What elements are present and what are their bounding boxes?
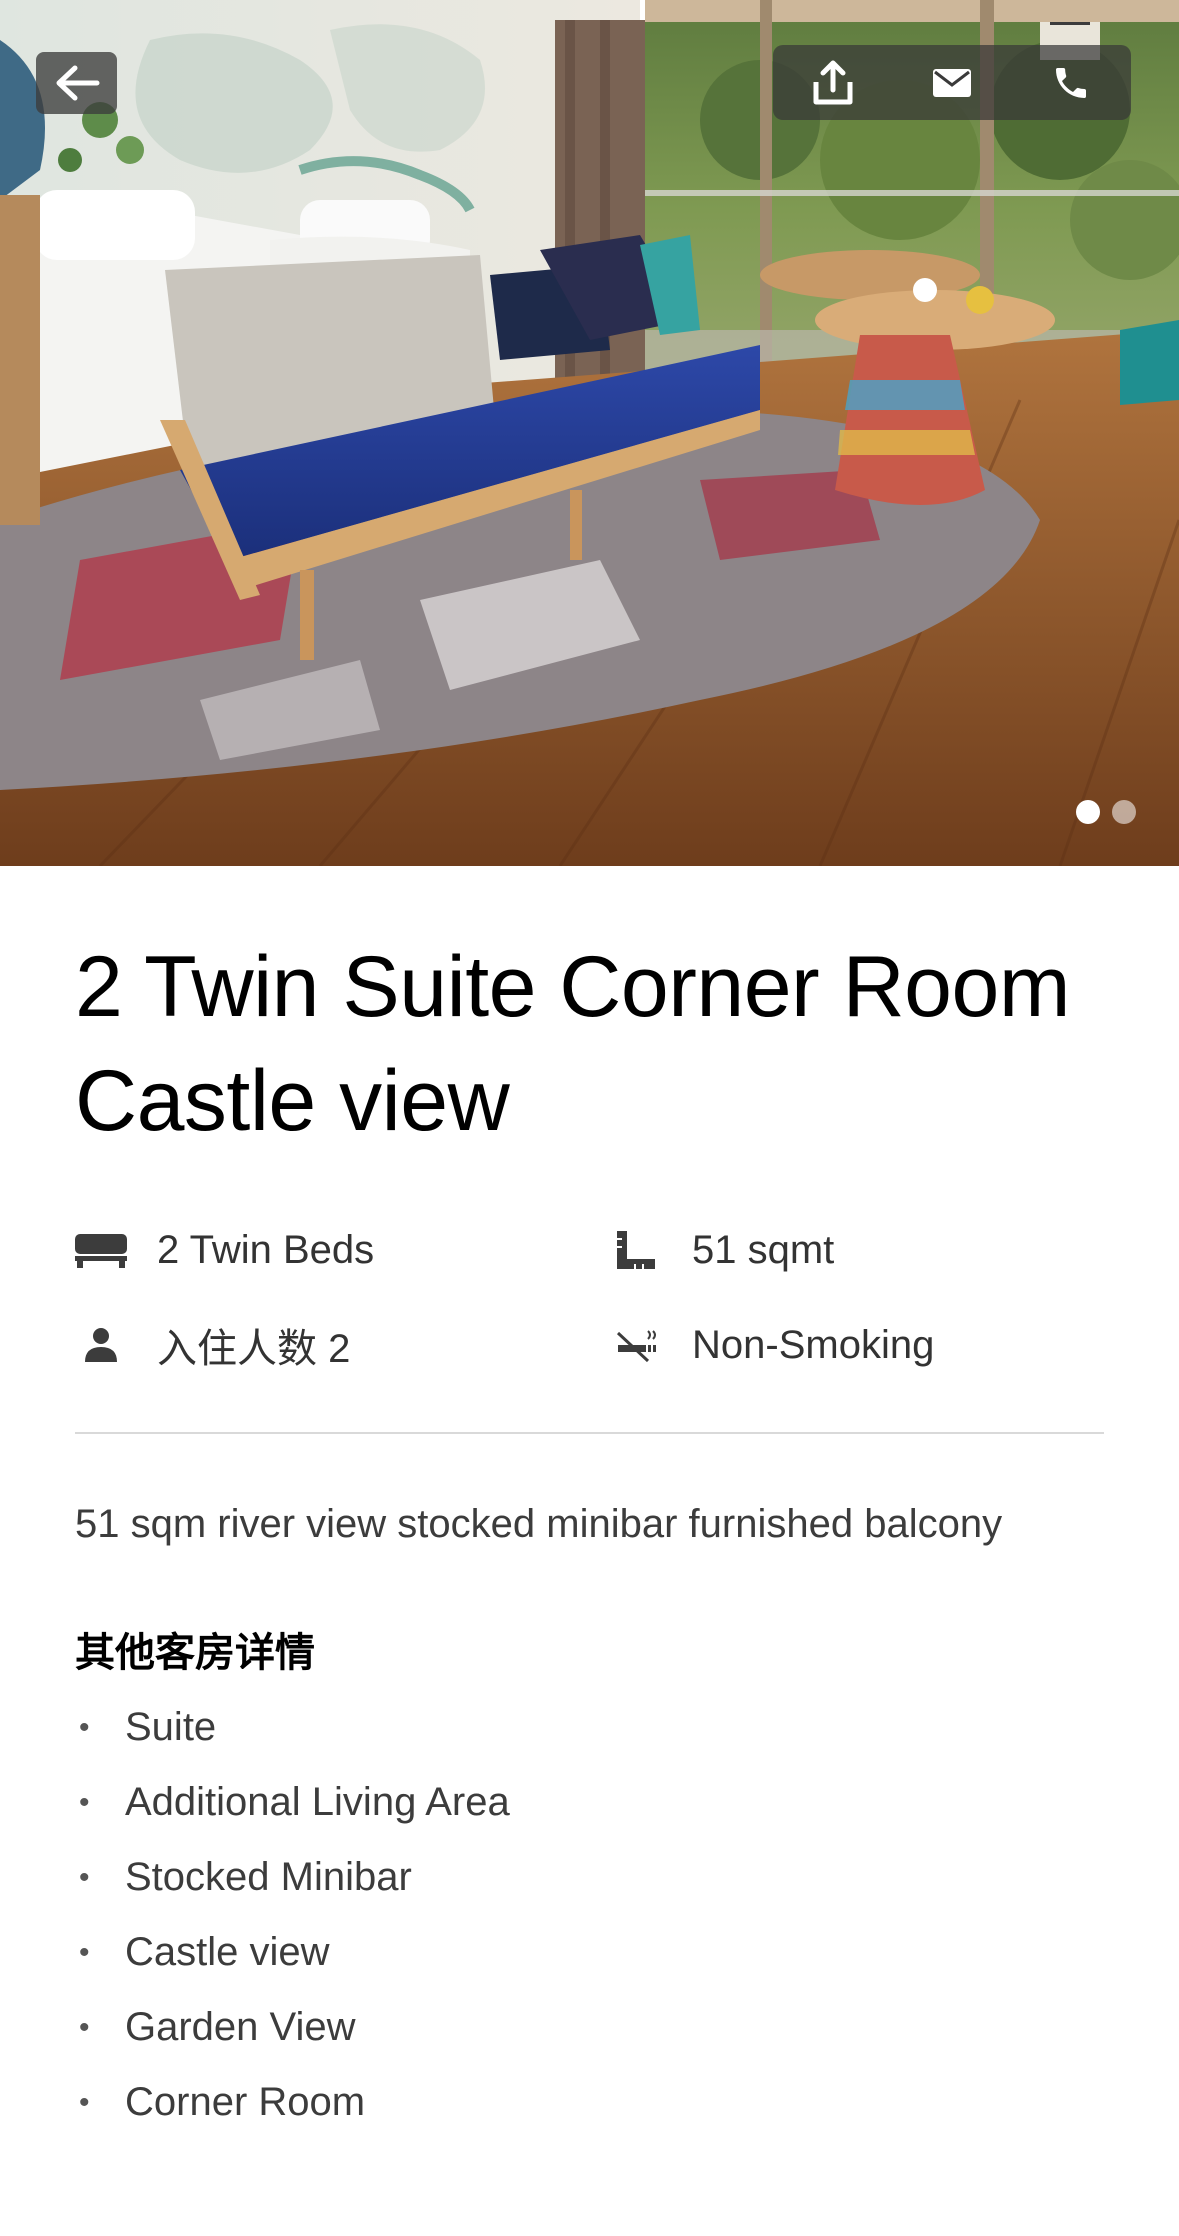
room-photo [0, 0, 1179, 866]
back-button[interactable] [36, 52, 117, 114]
occupancy-label: 入住人数 2 [157, 1327, 351, 1371]
beds-label: 2 Twin Beds [157, 1227, 375, 1272]
list-item: • Stocked Minibar [79, 1855, 412, 1899]
action-bar [773, 45, 1131, 120]
mail-icon [932, 68, 971, 97]
room-title: 2 Twin Suite Corner Room Castle view [75, 939, 1070, 1149]
list-item: • Suite [79, 1705, 217, 1749]
share-icon [813, 60, 853, 104]
list-item: • Corner Room [79, 2080, 366, 2124]
fact-occupancy: 入住人数 2 [75, 1310, 350, 1380]
list-item: • Castle view [79, 1930, 330, 1974]
size-label: 51 sqmt [692, 1227, 835, 1272]
pager-dot[interactable] [1112, 800, 1136, 824]
share-button[interactable] [788, 45, 878, 120]
fact-smoking: Non-Smoking [610, 1310, 934, 1380]
list-item: • Garden View [79, 2005, 356, 2049]
section-divider [75, 1432, 1104, 1434]
carousel-pager [1076, 800, 1136, 824]
list-item: • Additional Living Area [79, 1780, 510, 1824]
arrow-left-icon [56, 65, 99, 101]
ruler-icon [610, 1224, 662, 1276]
fact-size: 51 sqmt [610, 1215, 834, 1285]
pager-dot-active[interactable] [1076, 800, 1100, 824]
fact-beds: 2 Twin Beds [75, 1215, 374, 1285]
call-button[interactable] [1026, 45, 1116, 120]
person-icon [75, 1319, 127, 1371]
room-photo-carousel[interactable] [0, 0, 1179, 866]
details-heading: 其他客房详情 [75, 1631, 315, 1675]
smoking-label: Non-Smoking [692, 1322, 935, 1367]
no-smoking-icon [610, 1319, 662, 1371]
room-description: 51 sqm river view stocked minibar furnis… [75, 1502, 1003, 1546]
email-button[interactable] [907, 45, 997, 120]
phone-icon [1056, 67, 1087, 98]
bed-icon [75, 1224, 127, 1276]
room-details-list: • Suite • Additional Living Area • Stocked … [75, 1690, 510, 2140]
